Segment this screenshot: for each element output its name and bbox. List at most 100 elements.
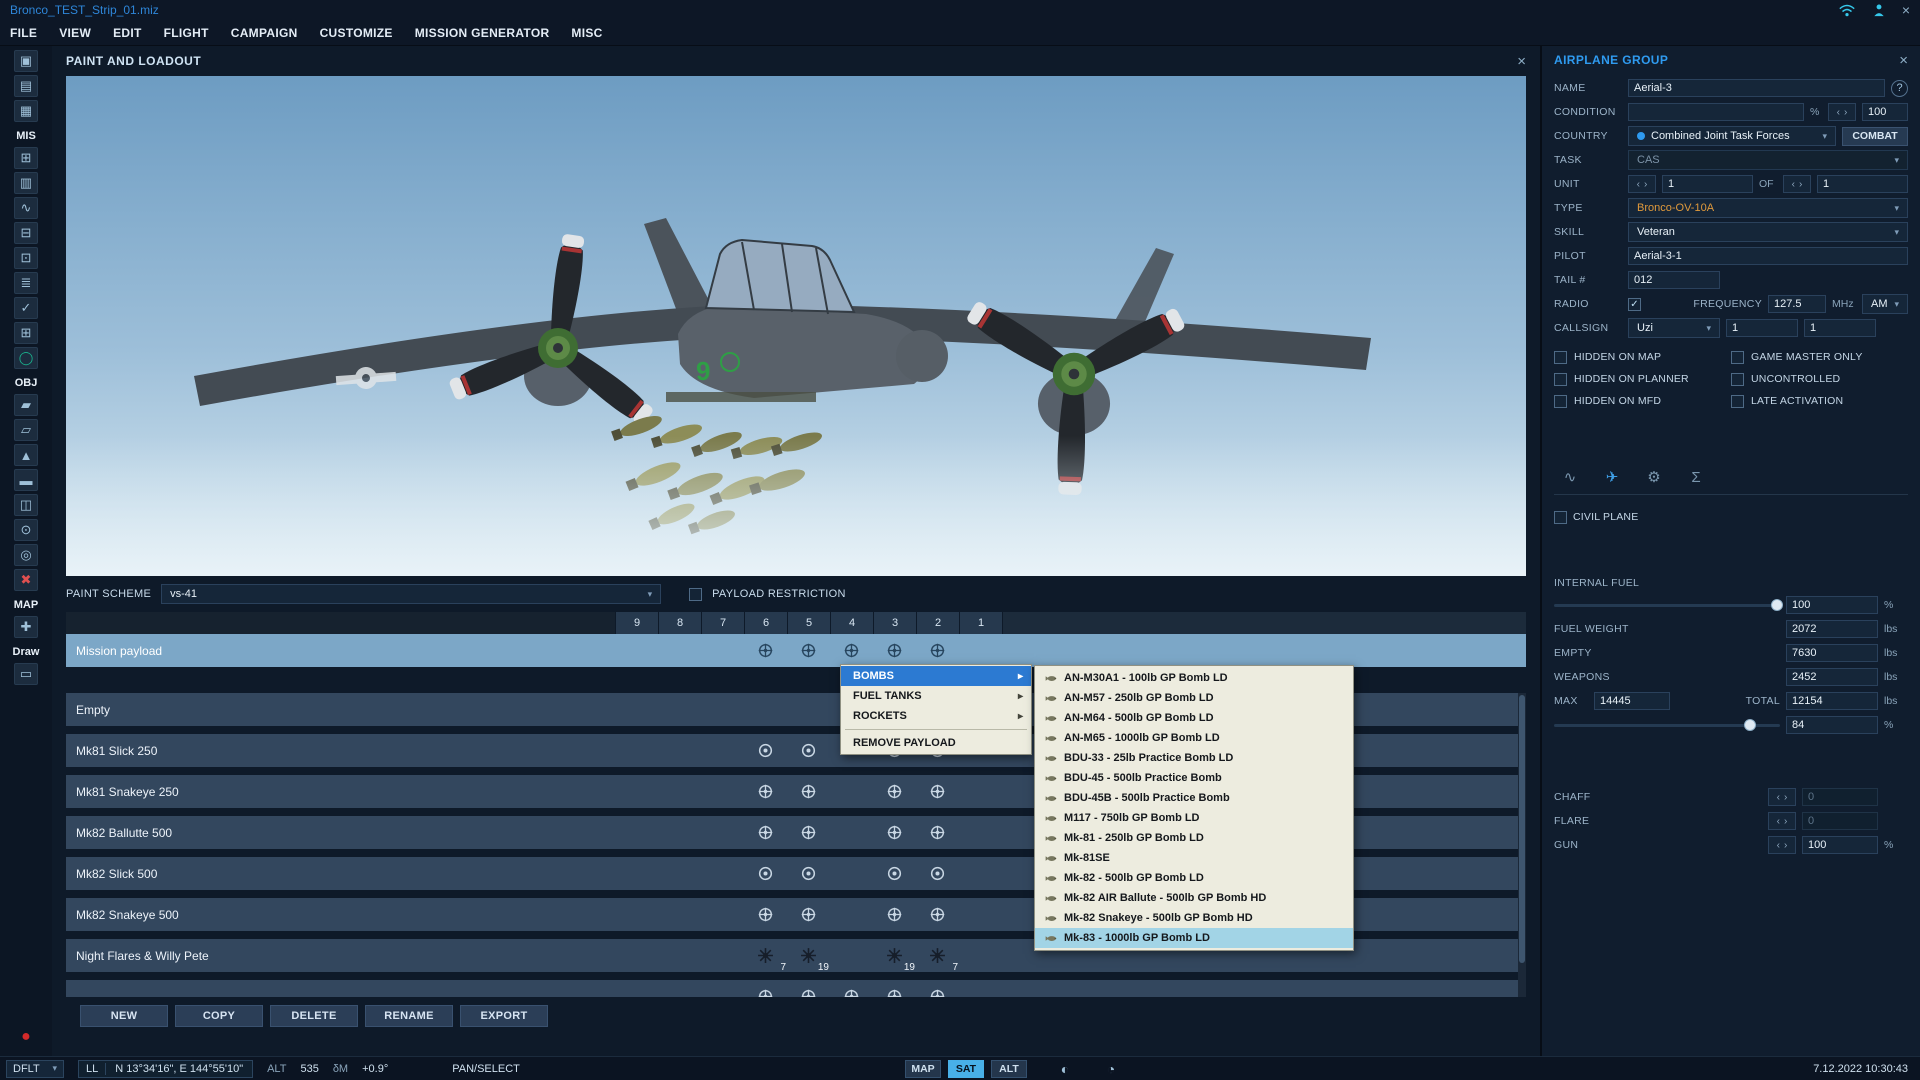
start-condition-icon[interactable]: ◯ [14, 347, 38, 369]
slider-handle[interactable] [1771, 599, 1783, 611]
scrollbar[interactable] [1518, 693, 1526, 997]
hidden-on-map-checkbox[interactable] [1554, 351, 1567, 364]
condition-input[interactable] [1628, 103, 1804, 121]
condition-probability-input[interactable] [1862, 103, 1908, 121]
menu-item-misc[interactable]: MISC [571, 26, 602, 40]
weapon-option-an-m64-500lb-gp-bomb-ld[interactable]: AN-M64 - 500lb GP Bomb LD [1035, 708, 1353, 728]
option-uncontrolled[interactable]: UNCONTROLLED [1731, 373, 1908, 386]
unit-count-input[interactable] [1662, 175, 1753, 193]
weapon-option-mk-82-air-ballute-500lb-gp-bomb-hd[interactable]: Mk-82 AIR Ballute - 500lb GP Bomb HD [1035, 888, 1353, 908]
weapon-option-bdu-45b-500lb-practice-bomb[interactable]: BDU-45B - 500lb Practice Bomb [1035, 788, 1353, 808]
context-menu-item-rockets[interactable]: ROCKETS▸ [841, 706, 1031, 726]
tab-route[interactable]: ∿ [1556, 466, 1584, 488]
selected-payload-row[interactable]: Mission payload [66, 634, 1526, 667]
weapon-option-m117-750lb-gp-bomb-ld[interactable]: M117 - 750lb GP Bomb LD [1035, 808, 1353, 828]
option-hidden-on-mfd[interactable]: HIDDEN ON MFD [1554, 395, 1731, 408]
country-select[interactable]: Combined Joint Task Forces ▾ [1628, 126, 1836, 146]
menu-item-customize[interactable]: CUSTOMIZE [320, 26, 393, 40]
civil-plane-checkbox[interactable] [1554, 511, 1567, 524]
weapon-option-an-m57-250lb-gp-bomb-ld[interactable]: AN-M57 - 250lb GP Bomb LD [1035, 688, 1353, 708]
export-button[interactable]: EXPORT [460, 1005, 548, 1027]
building-icon[interactable]: ◫ [14, 494, 38, 516]
record-icon[interactable]: ● [14, 1026, 38, 1048]
callsign-number-input[interactable] [1726, 319, 1798, 337]
internal-fuel-input[interactable] [1786, 596, 1878, 614]
option-hidden-on-planner[interactable]: HIDDEN ON PLANNER [1554, 373, 1731, 386]
hidden-on-mfd-checkbox[interactable] [1554, 395, 1567, 408]
menu-item-edit[interactable]: EDIT [113, 26, 142, 40]
unit-list-icon[interactable]: ⊞ [14, 147, 38, 169]
skill-select[interactable]: Veteran ▾ [1628, 222, 1908, 242]
menu-item-view[interactable]: VIEW [59, 26, 91, 40]
fuel-weight-value[interactable] [1786, 620, 1878, 638]
menu-item-mission-generator[interactable]: MISSION GENERATOR [415, 26, 550, 40]
group-name-input[interactable] [1628, 79, 1885, 97]
flare-stepper[interactable]: ‹› [1768, 812, 1796, 830]
option-hidden-on-map[interactable]: HIDDEN ON MAP [1554, 351, 1731, 364]
payload-restriction-checkbox[interactable] [689, 588, 702, 601]
dashboard-icon[interactable]: ⊞ [14, 322, 38, 344]
scrollbar-thumb[interactable] [1519, 695, 1525, 963]
gun-stepper[interactable]: ‹› [1768, 836, 1796, 854]
task-select[interactable]: CAS ▾ [1628, 150, 1908, 170]
unit-count-stepper[interactable]: ‹› [1628, 175, 1656, 193]
template-icon[interactable]: ⊟ [14, 222, 38, 244]
panel-close-icon[interactable]: × [1517, 53, 1526, 70]
tab-loadout[interactable]: ✈ [1598, 466, 1626, 488]
tab-summary[interactable]: Σ [1682, 466, 1710, 488]
brightness-icon[interactable]: ◐ [1055, 1060, 1075, 1078]
radio-checkbox[interactable]: ✓ [1628, 298, 1641, 311]
menu-item-file[interactable]: FILE [10, 26, 37, 40]
context-menu-item-fuel-tanks[interactable]: FUEL TANKS▸ [841, 686, 1031, 706]
delete-icon[interactable]: ✖ [14, 569, 38, 591]
window-close-icon[interactable]: × [1902, 3, 1910, 17]
ruler-icon[interactable]: ▭ [14, 663, 38, 685]
menu-item-flight[interactable]: FLIGHT [164, 26, 209, 40]
weight-percent-slider[interactable] [1554, 716, 1780, 734]
map-mode-alt[interactable]: ALT [991, 1060, 1027, 1078]
weapon-option-mk-83-1000lb-gp-bomb-ld[interactable]: Mk-83 - 1000lb GP Bomb LD [1035, 928, 1353, 948]
frequency-input[interactable] [1768, 295, 1826, 313]
save-icon[interactable]: ▦ [14, 100, 38, 122]
delete-button[interactable]: DELETE [270, 1005, 358, 1027]
uncontrolled-checkbox[interactable] [1731, 373, 1744, 386]
block-icon[interactable]: ▬ [14, 469, 38, 491]
chaff-input[interactable] [1802, 788, 1878, 806]
tab-systems[interactable]: ⚙ [1640, 466, 1668, 488]
coord-format-label[interactable]: LL [79, 1063, 106, 1075]
weapon-option-mk-81-250lb-gp-bomb-ld[interactable]: Mk-81 - 250lb GP Bomb LD [1035, 828, 1353, 848]
combat-button[interactable]: COMBAT [1842, 127, 1908, 146]
unit-total-stepper[interactable]: ‹› [1783, 175, 1811, 193]
clock-icon[interactable]: ◔ [1101, 1060, 1121, 1078]
gun-input[interactable] [1802, 836, 1878, 854]
copy-button[interactable]: COPY [175, 1005, 263, 1027]
zone-icon[interactable]: ⊙ [14, 519, 38, 541]
payload-icon[interactable]: ⊡ [14, 247, 38, 269]
paint-scheme-select[interactable]: vs-41 ▾ [161, 584, 661, 604]
image-icon[interactable]: ▣ [14, 50, 38, 72]
unit-total-input[interactable] [1817, 175, 1908, 193]
weapon-option-an-m30a1-100lb-gp-bomb-ld[interactable]: AN-M30A1 - 100lb GP Bomb LD [1035, 668, 1353, 688]
menu-item-campaign[interactable]: CAMPAIGN [231, 26, 298, 40]
ship-icon[interactable]: ▱ [14, 419, 38, 441]
game-master-only-checkbox[interactable] [1731, 351, 1744, 364]
modulation-select[interactable]: AM ▾ [1862, 294, 1908, 314]
context-menu-item-remove-payload[interactable]: REMOVE PAYLOAD [841, 733, 1031, 753]
weapon-option-bdu-33-25lb-practice-bomb-ld[interactable]: BDU-33 - 25lb Practice Bomb LD [1035, 748, 1353, 768]
map-mode-sat[interactable]: SAT [948, 1060, 984, 1078]
list-icon[interactable]: ≣ [14, 272, 38, 294]
weapon-option-bdu-45-500lb-practice-bomb[interactable]: BDU-45 - 500lb Practice Bomb [1035, 768, 1353, 788]
chaff-stepper[interactable]: ‹› [1768, 788, 1796, 806]
circle-zone-icon[interactable]: ◎ [14, 544, 38, 566]
weight-percent-input[interactable] [1786, 716, 1878, 734]
folder-icon[interactable]: ▤ [14, 75, 38, 97]
weapon-option-mk-82-500lb-gp-bomb-ld[interactable]: Mk-82 - 500lb GP Bomb LD [1035, 868, 1353, 888]
late-activation-checkbox[interactable] [1731, 395, 1744, 408]
tail-number-input[interactable] [1628, 271, 1720, 289]
option-late-activation[interactable]: LATE ACTIVATION [1731, 395, 1908, 408]
coord-mode-select[interactable]: DFLT ▾ [6, 1060, 64, 1078]
max-weight-value[interactable] [1594, 692, 1670, 710]
context-menu-item-bombs[interactable]: BOMBS▸ [841, 666, 1031, 686]
callsign-flight-input[interactable] [1804, 319, 1876, 337]
flare-input[interactable] [1802, 812, 1878, 830]
